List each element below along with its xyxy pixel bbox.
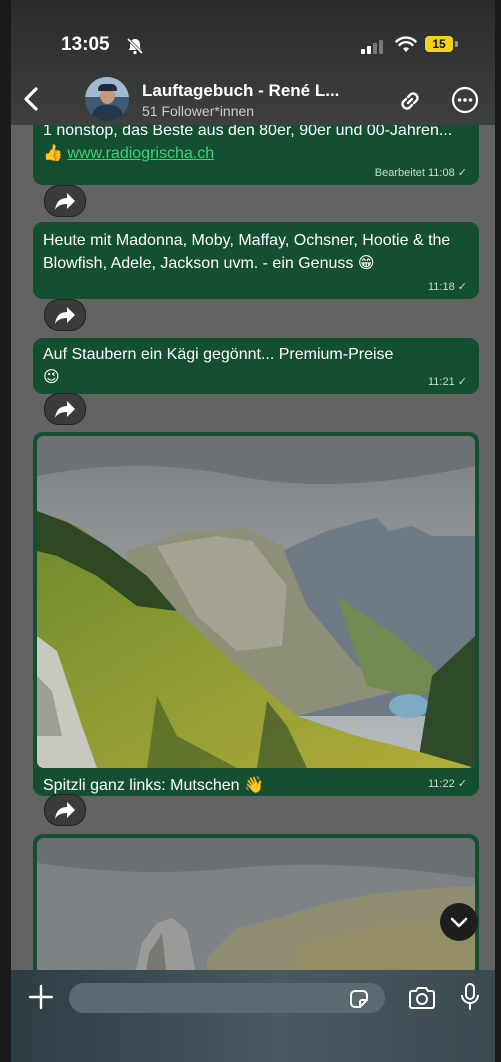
forward-button[interactable] [44,185,86,217]
forward-icon [55,802,75,819]
forward-button[interactable] [44,299,86,331]
forward-icon [55,401,75,418]
message-text: Auf Staubern ein Kägi gegönnt... Premium… [43,346,394,386]
plus-icon[interactable] [27,983,55,1011]
sent-check-icon: ✓ [457,778,467,790]
microphone-icon[interactable] [459,982,481,1012]
message-time: 11:08 [428,167,455,179]
chat-header: 13:05 15 Lauftagebuch - René L... 51 Fol… [11,0,495,125]
channel-avatar[interactable] [85,77,129,121]
wifi-icon [395,36,417,52]
camera-icon[interactable] [407,984,437,1012]
battery-tip [455,41,458,47]
message-meta: Bearbeitet 11:08 ✓ [375,166,467,179]
channel-title[interactable]: Lauftagebuch - René L... [142,81,339,101]
message-feed[interactable]: 1 nonstop, das Beste aus den 80er, 90er … [11,0,495,1062]
link-icon[interactable] [395,86,425,116]
message-meta: 11:21 ✓ [428,375,467,388]
message-time: 11:22 [428,778,455,790]
message-time: 11:18 [428,281,455,293]
screen: 1 nonstop, das Beste aus den 80er, 90er … [0,0,501,1062]
device-frame-right [495,0,501,1062]
sticker-icon[interactable] [347,987,371,1011]
edited-label: Bearbeitet [374,167,425,179]
message-bubble[interactable]: Heute mit Madonna, Moby, Maffay, Ochsner… [33,222,479,299]
device-frame-left [0,0,11,1062]
message-time: 11:21 [428,376,455,388]
bell-muted-icon [126,37,144,55]
status-time: 13:05 [61,34,110,55]
battery-indicator: 15 [425,36,453,52]
sent-check-icon: ✓ [457,167,467,179]
more-options-icon[interactable] [451,86,479,114]
composer-bar [11,970,495,1062]
message-bubble[interactable]: Auf Staubern ein Kägi gegönnt... Premium… [33,338,479,394]
forward-icon [55,193,75,210]
scroll-to-bottom-button[interactable] [440,903,478,941]
forward-button[interactable] [44,393,86,425]
chevron-down-icon [450,917,468,928]
forward-icon [55,307,75,324]
message-input[interactable] [69,983,385,1013]
cellular-signal-icon [361,40,383,54]
message-text: Heute mit Madonna, Moby, Maffay, Ochsner… [43,232,451,272]
channel-follower-count: 51 Follower*innen [142,103,255,119]
photo-message-bubble[interactable]: Spitzli ganz links: Mutschen 👋 11:22 ✓ [33,432,479,796]
message-meta: 11:22 ✓ [428,777,467,790]
message-meta: 11:18 ✓ [428,280,467,293]
back-button[interactable] [21,86,41,112]
photo-mountain-landscape[interactable] [37,436,475,768]
sent-check-icon: ✓ [457,376,467,388]
sent-check-icon: ✓ [457,281,467,293]
photo-caption: Spitzli ganz links: Mutschen 👋 [43,777,264,794]
forward-button[interactable] [44,794,86,826]
message-link[interactable]: www.radiogrischa.ch [67,145,214,162]
